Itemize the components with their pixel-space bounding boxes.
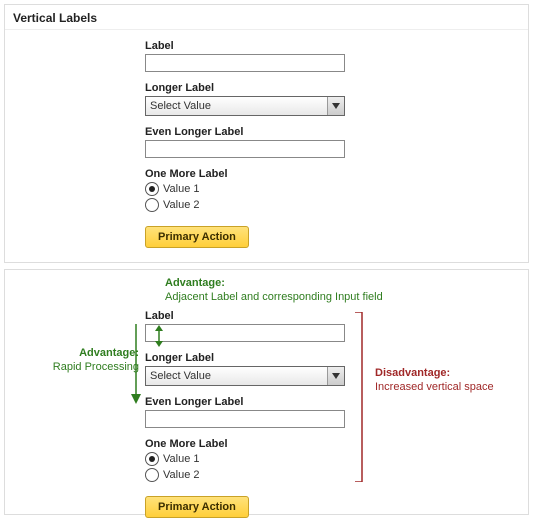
arrow-down-icon xyxy=(129,324,143,404)
form-area-1: Label Longer Label Select Value Even Lon… xyxy=(5,30,528,262)
radio-icon xyxy=(145,468,159,482)
annotation-top-title: Advantage: xyxy=(165,277,225,289)
form-area-2: Label Longer Label Select Value Even Lon… xyxy=(5,270,528,532)
select-value-b: Select Value xyxy=(150,370,211,382)
chevron-down-icon xyxy=(327,97,344,115)
chevron-down-icon xyxy=(327,367,344,385)
field-label-3b: Even Longer Label xyxy=(145,396,528,408)
row-one-more-label: One More Label Value 1 Value 2 xyxy=(145,168,528,212)
select-input-1[interactable]: Select Value xyxy=(145,96,345,116)
select-input-1b[interactable]: Select Value xyxy=(145,366,345,386)
annotation-right: Disadvantage: Increased vertical space xyxy=(375,366,525,395)
arrow-updown-icon xyxy=(153,325,165,347)
panel-vertical-labels: Vertical Labels Label Longer Label Selec… xyxy=(4,4,529,263)
field-label-2b: Longer Label xyxy=(145,352,528,364)
radio-option-1b[interactable]: Value 1 xyxy=(145,452,528,466)
text-input-2[interactable] xyxy=(145,140,345,158)
annotation-right-text: Increased vertical space xyxy=(375,381,494,393)
radio-label-b: Value 2 xyxy=(163,469,200,481)
primary-action-button-b[interactable]: Primary Action xyxy=(145,496,249,518)
field-label-4: One More Label xyxy=(145,168,528,180)
annotation-right-title: Disadvantage: xyxy=(375,367,450,379)
radio-icon xyxy=(145,182,159,196)
radio-label-b: Value 1 xyxy=(163,453,200,465)
radio-icon xyxy=(145,198,159,212)
annotation-left-text: Rapid Processing xyxy=(53,361,139,373)
radio-option-2[interactable]: Value 2 xyxy=(145,198,528,212)
radio-option-1[interactable]: Value 1 xyxy=(145,182,528,196)
radio-label: Value 1 xyxy=(163,183,200,195)
text-input-1b[interactable] xyxy=(145,324,345,342)
row-even-longer-label: Even Longer Label xyxy=(145,126,528,158)
radio-option-2b[interactable]: Value 2 xyxy=(145,468,528,482)
annotation-top: Advantage: Adjacent Label and correspond… xyxy=(165,276,465,305)
panel-annotated: Advantage: Adjacent Label and correspond… xyxy=(4,269,529,515)
annotation-top-text: Adjacent Label and corresponding Input f… xyxy=(165,291,383,303)
row-even-longer-label-b: Even Longer Label xyxy=(145,396,528,428)
field-label-1: Label xyxy=(145,40,528,52)
primary-action-button[interactable]: Primary Action xyxy=(145,226,249,248)
annotation-left: Advantage: Rapid Processing xyxy=(9,346,139,375)
radio-label: Value 2 xyxy=(163,199,200,211)
field-label-1b: Label xyxy=(145,310,528,322)
row-one-more-label-b: One More Label Value 1 Value 2 xyxy=(145,438,528,482)
text-input-2b[interactable] xyxy=(145,410,345,428)
row-label-b: Label xyxy=(145,310,528,342)
field-label-4b: One More Label xyxy=(145,438,528,450)
panel-title: Vertical Labels xyxy=(5,5,528,30)
field-label-2: Longer Label xyxy=(145,82,528,94)
bracket-icon xyxy=(355,312,369,482)
field-label-3: Even Longer Label xyxy=(145,126,528,138)
radio-icon xyxy=(145,452,159,466)
select-value: Select Value xyxy=(150,100,211,112)
row-label: Label xyxy=(145,40,528,72)
text-input-1[interactable] xyxy=(145,54,345,72)
row-longer-label: Longer Label Select Value xyxy=(145,82,528,116)
